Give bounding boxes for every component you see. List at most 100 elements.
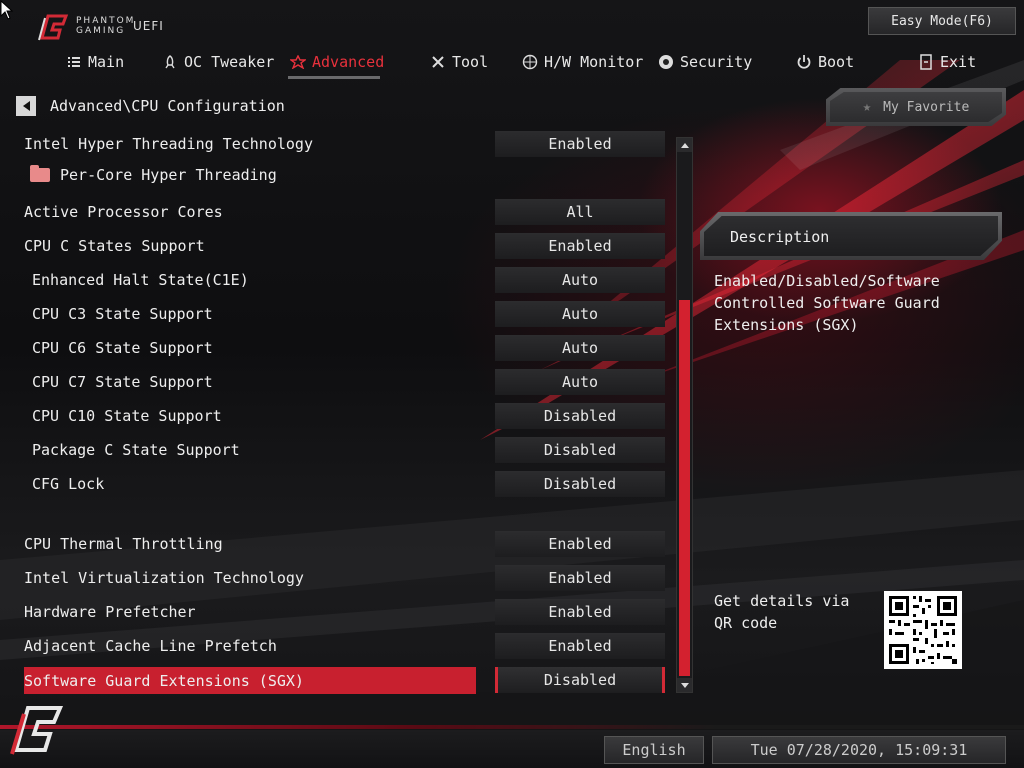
tab-advanced-label: Advanced	[312, 53, 385, 71]
easy-mode-button[interactable]: Easy Mode(F6)	[868, 7, 1016, 35]
tab-security-label: Security	[680, 53, 753, 71]
setting-value[interactable]: All	[495, 199, 665, 225]
setting-row[interactable]: Hardware Prefetcher	[24, 599, 474, 625]
setting-value[interactable]: Auto	[495, 335, 665, 361]
tab-exit[interactable]: Exit	[918, 46, 976, 78]
setting-value[interactable]: Enabled	[495, 565, 665, 591]
tools-icon	[430, 54, 446, 70]
setting-row[interactable]: CPU C7 State Support	[32, 369, 482, 395]
submenu-row[interactable]: Per-Core Hyper Threading	[24, 162, 474, 188]
arrow-down-icon	[680, 682, 689, 688]
tab-hw-monitor-label: H/W Monitor	[544, 53, 644, 71]
brand-mark-icon	[10, 706, 64, 755]
qr-caption: Get details via QR code	[714, 592, 850, 632]
setting-value[interactable]: Enabled	[495, 233, 665, 259]
tab-main-label: Main	[88, 53, 125, 71]
description-title: Description	[730, 228, 830, 246]
setting-label: CPU C7 State Support	[32, 373, 213, 391]
folder-icon	[30, 165, 50, 182]
setting-label: CPU C States Support	[24, 237, 205, 255]
tab-exit-label: Exit	[940, 53, 977, 71]
setting-row[interactable]: CPU C6 State Support	[32, 335, 482, 361]
monitor-icon	[522, 54, 538, 70]
phantom-gaming-logo-icon	[38, 14, 69, 41]
setting-row[interactable]: Intel Virtualization Technology	[24, 565, 474, 591]
setting-row-selected[interactable]: Software Guard Extensions (SGX)	[24, 667, 476, 694]
setting-label: Intel Hyper Threading Technology	[24, 135, 313, 153]
active-tab-indicator	[288, 76, 380, 79]
tab-hw-monitor[interactable]: H/W Monitor	[522, 46, 643, 78]
brand-line1: PHANTOM	[76, 16, 136, 26]
scrollbar[interactable]	[676, 137, 693, 693]
tab-advanced[interactable]: Advanced	[290, 46, 384, 78]
setting-row[interactable]: CFG Lock	[32, 471, 482, 497]
footer-accent-line	[0, 725, 1024, 729]
setting-label: Package C State Support	[32, 441, 240, 459]
setting-value[interactable]: Auto	[495, 369, 665, 395]
setting-value[interactable]: Disabled	[495, 403, 665, 429]
language-selector[interactable]: English	[604, 736, 704, 764]
tab-boot-label: Boot	[818, 53, 855, 71]
setting-value-selected[interactable]: Disabled	[495, 667, 665, 693]
list-icon	[66, 54, 82, 70]
setting-value[interactable]: Auto	[495, 301, 665, 327]
setting-value[interactable]: Enabled	[495, 633, 665, 659]
tab-oc-tweaker-label: OC Tweaker	[184, 53, 275, 71]
star-icon	[290, 54, 306, 70]
favorite-star-icon: ★	[862, 99, 872, 115]
setting-row[interactable]: Package C State Support	[32, 437, 482, 463]
tab-security[interactable]: Security	[658, 46, 752, 78]
qr-code-icon	[884, 591, 962, 669]
setting-value[interactable]: Enabled	[495, 131, 665, 157]
setting-label: Adjacent Cache Line Prefetch	[24, 637, 277, 655]
setting-label: CPU Thermal Throttling	[24, 535, 223, 553]
setting-row[interactable]: Enhanced Halt State(C1E)	[32, 267, 482, 293]
brand-logo: PHANTOM GAMING UEFI	[36, 12, 176, 42]
arrow-up-icon	[680, 142, 689, 148]
setting-row[interactable]: CPU C10 State Support	[32, 403, 482, 429]
tab-tool-label: Tool	[452, 53, 489, 71]
scrollbar-thumb[interactable]	[679, 300, 690, 676]
setting-label: CPU C10 State Support	[32, 407, 222, 425]
mouse-cursor-icon	[0, 0, 14, 20]
description-header: Description	[700, 212, 1002, 260]
setting-label: CPU C3 State Support	[32, 305, 213, 323]
breadcrumb: Advanced\CPU Configuration	[16, 95, 285, 117]
tab-oc-tweaker[interactable]: OC Tweaker	[162, 46, 274, 78]
brand-line2: GAMING	[76, 26, 126, 36]
setting-label: Intel Virtualization Technology	[24, 569, 304, 587]
my-favorite-button[interactable]: ★ My Favorite	[826, 88, 1006, 126]
back-arrow-icon	[22, 101, 30, 111]
setting-label: Active Processor Cores	[24, 203, 223, 221]
shield-icon	[658, 54, 674, 70]
scroll-up-button[interactable]	[677, 138, 692, 152]
back-button[interactable]	[16, 96, 36, 116]
tab-tool[interactable]: Tool	[430, 46, 488, 78]
setting-label: Enhanced Halt State(C1E)	[32, 271, 249, 289]
datetime-display: Tue 07/28/2020, 15:09:31	[712, 736, 1006, 764]
uefi-label: UEFI	[133, 19, 164, 33]
setting-row[interactable]: Intel Hyper Threading Technology	[24, 131, 474, 157]
brand-text: PHANTOM GAMING	[76, 16, 135, 36]
tab-main[interactable]: Main	[66, 46, 124, 78]
setting-row[interactable]: CPU C3 State Support	[32, 301, 482, 327]
power-icon	[796, 54, 812, 70]
setting-label: Per-Core Hyper Threading	[60, 166, 277, 184]
setting-row[interactable]: Adjacent Cache Line Prefetch	[24, 633, 474, 659]
my-favorite-label: My Favorite	[883, 99, 970, 115]
setting-value[interactable]: Auto	[495, 267, 665, 293]
setting-value[interactable]: Disabled	[495, 437, 665, 463]
setting-value[interactable]: Enabled	[495, 531, 665, 557]
setting-label: Software Guard Extensions (SGX)	[24, 671, 304, 690]
setting-value[interactable]: Disabled	[495, 471, 665, 497]
setting-row[interactable]: CPU C States Support	[24, 233, 474, 259]
description-text: Enabled/Disabled/Software Controlled Sof…	[714, 272, 940, 334]
main-nav: Main OC Tweaker Advanced Tool H/W Monito…	[0, 46, 1024, 78]
setting-label: CPU C6 State Support	[32, 339, 213, 357]
scroll-down-button[interactable]	[677, 678, 692, 692]
setting-value[interactable]: Enabled	[495, 599, 665, 625]
setting-label: Hardware Prefetcher	[24, 603, 196, 621]
setting-row[interactable]: Active Processor Cores	[24, 199, 474, 225]
tab-boot[interactable]: Boot	[796, 46, 854, 78]
setting-row[interactable]: CPU Thermal Throttling	[24, 531, 474, 557]
